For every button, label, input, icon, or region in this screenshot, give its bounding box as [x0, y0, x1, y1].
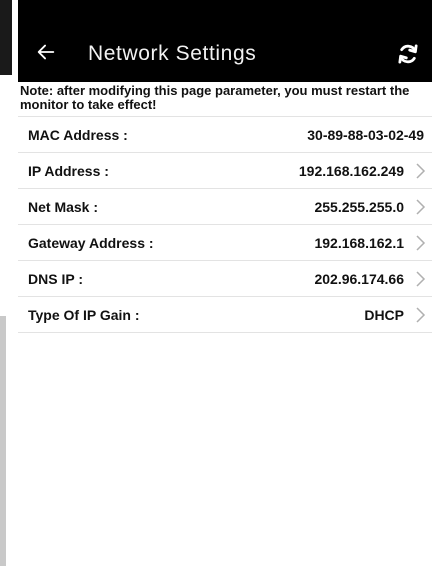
chevron-right-icon — [416, 271, 426, 287]
chevron-right-icon — [416, 199, 426, 215]
restart-note: Note: after modifying this page paramete… — [20, 83, 410, 112]
chevron-right-icon — [416, 163, 426, 179]
background-strip-mid — [0, 316, 6, 566]
list-item-mac-address: MAC Address : 30-89-88-03-02-49 — [18, 117, 432, 153]
phone-screen: Network Settings Note: after modifying t… — [18, 0, 432, 569]
row-value: 202.96.174.66 — [314, 271, 404, 287]
row-label: DNS IP : — [28, 271, 83, 287]
settings-list: MAC Address : 30-89-88-03-02-49 IP Addre… — [18, 116, 432, 333]
row-label: Type Of IP Gain : — [28, 307, 140, 323]
row-label: Gateway Address : — [28, 235, 154, 251]
row-value: 30-89-88-03-02-49 — [307, 127, 424, 143]
list-item-gateway-address[interactable]: Gateway Address : 192.168.162.1 — [18, 225, 432, 261]
status-bar — [18, 0, 432, 26]
list-item-dns-ip[interactable]: DNS IP : 202.96.174.66 — [18, 261, 432, 297]
row-label: IP Address : — [28, 163, 109, 179]
app-bar: Network Settings — [18, 26, 432, 82]
chevron-right-icon — [416, 235, 426, 251]
row-value: 192.168.162.1 — [314, 235, 404, 251]
list-item-ip-address[interactable]: IP Address : 192.168.162.249 — [18, 153, 432, 189]
row-label: Net Mask : — [28, 199, 99, 215]
list-item-net-mask[interactable]: Net Mask : 255.255.255.0 — [18, 189, 432, 225]
background-strip-top — [0, 0, 12, 75]
row-value: 255.255.255.0 — [314, 199, 404, 215]
arrow-back-icon[interactable] — [32, 38, 60, 66]
chevron-right-icon — [416, 307, 426, 323]
row-value: DHCP — [364, 307, 404, 323]
page-title: Network Settings — [88, 42, 257, 65]
refresh-icon[interactable] — [394, 40, 422, 68]
row-label: MAC Address : — [28, 127, 128, 143]
row-value: 192.168.162.249 — [298, 163, 404, 179]
list-item-ip-gain-type[interactable]: Type Of IP Gain : DHCP — [18, 297, 432, 333]
